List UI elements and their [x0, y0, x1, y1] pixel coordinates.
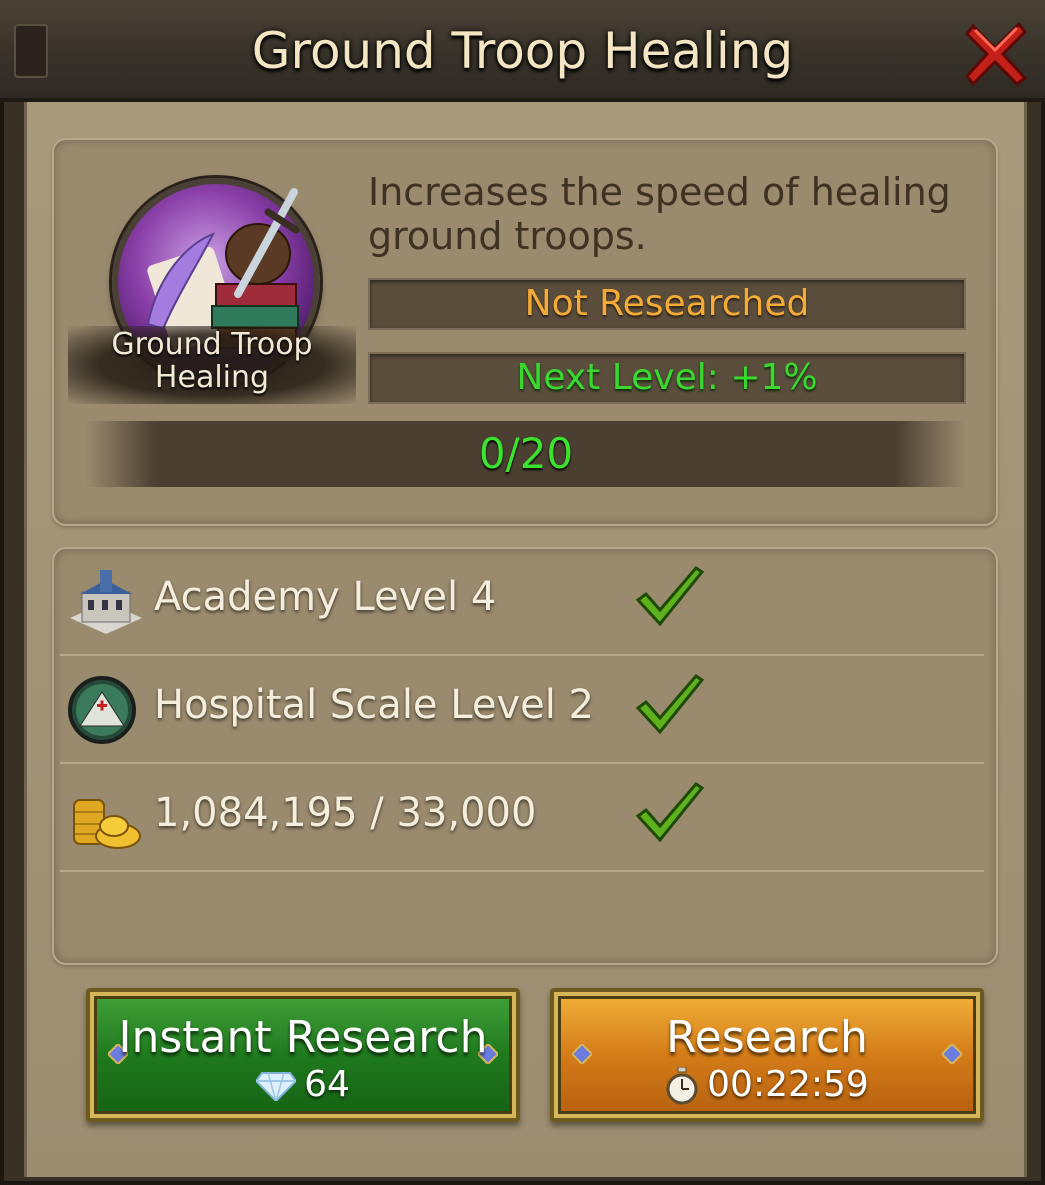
hospital-tent-icon	[68, 676, 136, 744]
requirement-row: 1,084,195 / 33,000	[60, 764, 984, 872]
dialog-frame: Ground Troop Healing Ground Troop Healin…	[0, 0, 1045, 1185]
stopwatch-icon	[666, 1066, 698, 1105]
research-icon-label: Ground Troop Healing	[111, 327, 313, 395]
instant-research-label: Instant Research	[118, 1012, 488, 1063]
research-button[interactable]: Research 00:22:59	[550, 988, 984, 1122]
checkmark-icon	[635, 782, 705, 843]
requirement-label: Hospital Scale Level 2	[154, 682, 594, 728]
close-button[interactable]	[965, 18, 1028, 88]
gem-icon	[254, 1072, 298, 1104]
checkmark-icon	[635, 566, 705, 627]
checkmark-icon	[635, 674, 705, 735]
research-status: Not Researched	[368, 278, 966, 330]
level-progress-bar: 0/20	[86, 421, 966, 487]
next-level-bonus: Next Level: +1%	[368, 352, 966, 404]
academy-building-icon	[70, 570, 142, 634]
progress-text: 0/20	[478, 429, 574, 478]
instant-research-button[interactable]: Instant Research 64	[86, 988, 520, 1122]
requirement-label: 1,084,195 / 33,000	[154, 790, 537, 836]
research-time: 00:22:59	[554, 1064, 980, 1105]
requirement-row: Academy Level 4	[60, 548, 984, 656]
title-bar: Ground Troop Healing	[0, 0, 1045, 102]
gold-coins-icon	[73, 799, 141, 849]
requirement-row: Hospital Scale Level 2	[60, 656, 984, 764]
requirement-label: Academy Level 4	[154, 574, 497, 620]
research-label: Research	[666, 1012, 868, 1063]
dialog-title: Ground Troop Healing	[251, 22, 794, 80]
instant-research-cost: 64	[90, 1064, 516, 1105]
gem-cost-value: 64	[304, 1064, 350, 1105]
close-icon	[965, 21, 1028, 87]
research-time-value: 00:22:59	[707, 1064, 869, 1105]
research-description: Increases the speed of healing ground tr…	[368, 170, 951, 258]
